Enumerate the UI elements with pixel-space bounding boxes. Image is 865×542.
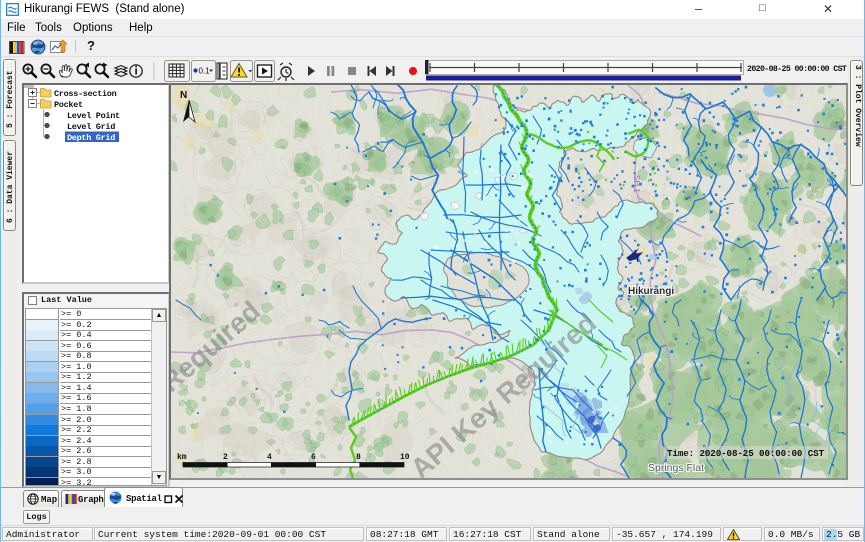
svg-text:4: 4 [267,453,272,462]
svg-text:Pocket: Pocket [54,100,83,110]
svg-text:6: 6 [311,453,316,462]
svg-text:km: km [177,453,187,462]
svg-text:10: 10 [400,453,410,462]
svg-text:Cross-section: Cross-section [54,89,117,99]
svg-text:Depth Grid: Depth Grid [67,133,115,143]
svg-text:8: 8 [356,453,361,462]
svg-text:Level Point: Level Point [67,111,120,121]
svg-text:Hikurangi: Hikurangi [628,286,674,297]
svg-text:N: N [180,90,187,101]
svg-text:0.1: 0.1 [199,67,211,76]
svg-text:SH 1: SH 1 [632,175,641,193]
svg-text:Time: 2020-08-25 00:00:00 CST: Time: 2020-08-25 00:00:00 CST [667,448,825,459]
svg-text:2: 2 [223,453,228,462]
svg-text:Springs Flat: Springs Flat [648,462,704,474]
svg-text:Level Grid: Level Grid [67,122,115,132]
